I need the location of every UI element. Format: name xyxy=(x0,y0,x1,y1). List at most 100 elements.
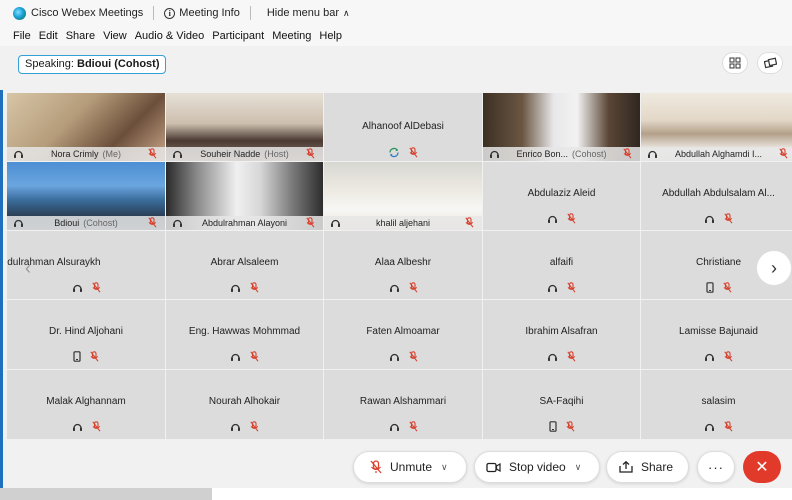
muted-microphone-icon xyxy=(306,217,315,230)
menu-meeting[interactable]: Meeting xyxy=(272,30,311,42)
share-button[interactable]: Share xyxy=(606,451,689,483)
audio-icon xyxy=(72,283,83,296)
participant-tile-eng-hawwas-mohmmad[interactable]: Eng. Hawwas Mohmmad xyxy=(166,300,323,369)
muted-microphone-icon xyxy=(567,351,576,365)
participant-tile-abdullah-abdulsalam-al[interactable]: Abdullah Abdulsalam Al... xyxy=(641,162,792,230)
audio-icon xyxy=(704,422,715,435)
participant-name: Lamisse Bajunaid xyxy=(679,326,758,337)
participant-tile-nourah-alhokair[interactable]: Nourah Alhokair xyxy=(166,370,323,439)
participant-status-icons xyxy=(7,421,165,435)
audio-icon xyxy=(13,218,24,230)
menu-bar: File Edit Share View Audio & Video Parti… xyxy=(0,26,792,46)
title-separator xyxy=(153,6,155,20)
webex-logo-icon xyxy=(13,6,26,20)
participant-status-icons xyxy=(324,421,482,435)
menu-edit[interactable]: Edit xyxy=(39,30,58,42)
audio-icon xyxy=(13,149,24,161)
title-bar: Cisco Webex Meetings i Meeting Info Hide… xyxy=(0,0,792,26)
grid-layout-icon xyxy=(729,57,741,69)
unmute-label: Unmute xyxy=(390,460,433,474)
muted-microphone-icon xyxy=(408,421,418,435)
top-toolbar: Speaking: Bdioui (Cohost) xyxy=(0,46,792,90)
hide-menu-bar-button[interactable]: Hide menu bar ∧ xyxy=(267,7,350,19)
menu-file[interactable]: File xyxy=(13,30,31,42)
audio-icon xyxy=(389,422,400,435)
speaking-name: Bdioui (Cohost) xyxy=(77,58,160,70)
muted-microphone-icon xyxy=(91,421,101,435)
muted-microphone-icon xyxy=(465,217,474,230)
participant-name: Alhanoof AlDebasi xyxy=(362,121,444,132)
minimize-layout-button[interactable] xyxy=(757,52,783,74)
participant-tile-faten-almoamar[interactable]: Faten Almoamar xyxy=(324,300,482,369)
participant-status-icons xyxy=(483,282,640,296)
menu-audio-video[interactable]: Audio & Video xyxy=(135,30,205,42)
participant-name: Nourah Alhokair xyxy=(208,396,281,407)
participant-tile-ibrahim-alsafran[interactable]: Ibrahim Alsafran xyxy=(483,300,640,369)
participant-tile-abdullah-alghamdi-i[interactable]: Abdullah Alghamdi I... xyxy=(641,93,792,161)
participant-tile-alfaifi[interactable]: alfaifi xyxy=(483,231,640,299)
leave-meeting-button[interactable]: ✕ xyxy=(743,451,781,483)
audio-icon xyxy=(389,352,400,365)
participant-status-icons xyxy=(483,213,640,227)
audio-icon xyxy=(330,218,341,230)
participant-tile-abdulrahman-alayoni[interactable]: Abdulrahman Alayoni xyxy=(166,162,323,230)
more-options-icon: ··· xyxy=(708,459,724,475)
muted-microphone-icon xyxy=(409,147,418,161)
participant-role: (Cohost) xyxy=(572,149,607,159)
participant-name: Ibrahim Alsafran xyxy=(525,326,598,337)
muted-microphone-icon xyxy=(148,148,157,161)
participant-tile-souheir-nadde[interactable]: Souheir Nadde (Host) xyxy=(166,93,323,161)
participant-tile-salasim[interactable]: salasim xyxy=(641,370,792,439)
unmute-button[interactable]: Unmute ∨ xyxy=(353,451,467,483)
participant-status-icons xyxy=(324,147,482,161)
stop-video-label: Stop video xyxy=(509,460,566,474)
participant-tile-abrar-alsaleem[interactable]: Abrar Alsaleem xyxy=(166,231,323,299)
previous-page-button[interactable]: ‹ xyxy=(10,250,46,286)
chevron-down-icon[interactable]: ∨ xyxy=(441,462,448,473)
menu-view[interactable]: View xyxy=(103,30,127,42)
participant-name-bar: Nora Crimly (Me) xyxy=(7,147,165,161)
participant-status-icons xyxy=(483,421,640,435)
next-page-button[interactable]: › xyxy=(756,250,792,286)
menu-help[interactable]: Help xyxy=(319,30,342,42)
participant-tile-dr-hind-aljohani[interactable]: Dr. Hind Aljohani xyxy=(7,300,165,369)
muted-microphone-icon xyxy=(91,282,101,296)
participant-tile-alaa-albeshr[interactable]: Alaa Albeshr xyxy=(324,231,482,299)
participant-name: Nora Crimly xyxy=(50,149,99,159)
info-icon[interactable]: i xyxy=(164,7,176,19)
audio-icon xyxy=(704,214,715,227)
participant-tile-enrico-bon[interactable]: Enrico Bon... (Cohost) xyxy=(483,93,640,161)
muted-microphone-icon xyxy=(408,282,418,296)
chevron-right-icon: › xyxy=(771,257,777,278)
taskbar-strip xyxy=(0,488,212,500)
muted-microphone-icon xyxy=(408,351,418,365)
participant-status-icons xyxy=(324,351,482,365)
muted-microphone-icon xyxy=(250,282,259,296)
participant-tile-abdulaziz-aleid[interactable]: Abdulaziz Aleid xyxy=(483,162,640,230)
more-options-button[interactable]: ··· xyxy=(697,451,735,483)
participant-tile-lamisse-bajunaid[interactable]: Lamisse Bajunaid xyxy=(641,300,792,369)
participant-tile-sa-faqihi[interactable]: SA-Faqihi xyxy=(483,370,640,439)
participant-status-icons xyxy=(166,282,323,296)
participant-tile-alhanoof-aldebasi[interactable]: Alhanoof AlDebasi xyxy=(324,93,482,161)
participant-name-bar: Souheir Nadde (Host) xyxy=(166,147,323,161)
participant-tile-rawan-alshammari[interactable]: Rawan Alshammari xyxy=(324,370,482,439)
participant-tile-nora-crimly[interactable]: Nora Crimly (Me) xyxy=(7,93,165,161)
share-screen-icon xyxy=(619,461,633,473)
stop-video-button[interactable]: Stop video ∨ xyxy=(474,451,600,483)
menu-participant[interactable]: Participant xyxy=(212,30,264,42)
muted-microphone-icon xyxy=(724,421,733,435)
chevron-down-icon[interactable]: ∨ xyxy=(575,462,582,473)
audio-icon xyxy=(647,149,658,161)
participant-name: Abdulaziz Aleid xyxy=(527,188,596,199)
participant-tile-khalil-aljehani[interactable]: khalil aljehani xyxy=(324,162,482,230)
participant-tile-bdioui[interactable]: Bdioui (Cohost) xyxy=(7,162,165,230)
meeting-info-button[interactable]: Meeting Info xyxy=(179,7,240,19)
menu-share[interactable]: Share xyxy=(66,30,95,42)
muted-microphone-icon xyxy=(567,282,576,296)
speaking-indicator: Speaking: Bdioui (Cohost) xyxy=(18,55,167,74)
grid-view-button[interactable] xyxy=(722,52,748,74)
muted-microphone-icon xyxy=(148,217,157,230)
participant-name: Abdullah Abdulsalam Al... xyxy=(662,188,775,199)
participant-tile-malak-alghannam[interactable]: Malak Alghannam xyxy=(7,370,165,439)
